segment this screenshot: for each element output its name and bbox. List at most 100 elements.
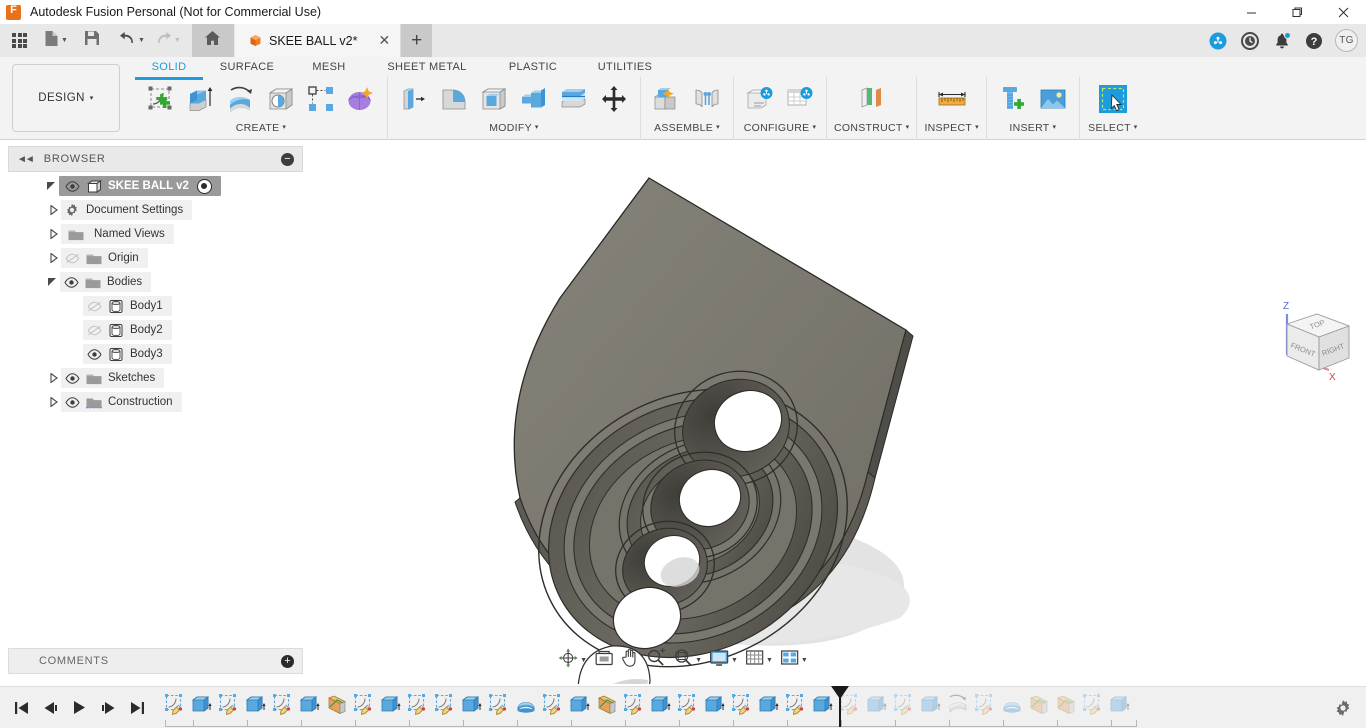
new-document-button[interactable]: ▼ [41,27,71,54]
panel-insert-label[interactable]: INSERT ▾ [1009,121,1056,135]
display-settings-tool[interactable]: ▼ [706,647,741,673]
fillet-tool[interactable] [435,78,473,120]
minimize-button[interactable] [1228,0,1274,24]
expander-expanded-icon[interactable] [44,181,59,191]
tab-plastic[interactable]: PLASTIC [487,57,579,77]
select-tool[interactable] [1087,78,1139,120]
measure-tool[interactable] [926,78,978,120]
extrude-tool[interactable] [182,78,220,120]
create-form-tool[interactable] [342,78,380,120]
comments-panel-header[interactable]: COMMENTS + [8,648,303,674]
timeline-play-button[interactable] [66,695,92,721]
timeline-feature-plane[interactable] [1026,691,1052,717]
visibility-eye-icon[interactable] [61,396,83,408]
close-button[interactable] [1320,0,1366,24]
grid-snaps-tool[interactable]: ▼ [742,647,776,673]
viewport-layout-tool[interactable]: ▼ [777,647,811,673]
tree-row-sketches[interactable]: Sketches [8,366,303,390]
revolve-tool[interactable] [222,78,260,120]
timeline-feature-sketch[interactable] [972,691,998,717]
timeline-step-back-button[interactable] [37,695,63,721]
create-sketch-tool[interactable] [142,78,180,120]
save-button[interactable] [79,27,106,54]
expander-expanded-icon[interactable] [45,277,60,287]
tree-row-body2[interactable]: Body2 [8,318,303,342]
tree-row-document-settings[interactable]: Document Settings [8,198,303,222]
document-tab[interactable]: SKEE BALL v2* ✕ [235,24,402,57]
panel-select-label[interactable]: SELECT ▾ [1088,121,1137,135]
tree-row-bodies[interactable]: Bodies [8,270,303,294]
viewcube[interactable]: Z X TOP FRONT RIGHT [1283,301,1351,383]
fit-tool[interactable]: ▼ [670,647,705,673]
timeline-feature-revolve[interactable] [945,691,971,717]
insert-canvas-tool[interactable] [1034,78,1072,120]
visibility-eye-icon[interactable] [61,180,83,192]
tree-row-skee-ball-v2[interactable]: SKEE BALL v2 [8,174,303,198]
timeline-feature-extrude[interactable] [864,691,890,717]
timeline-feature-sketch[interactable] [891,691,917,717]
timeline-feature-extrude[interactable] [243,691,269,717]
tree-row-body3[interactable]: Body3 [8,342,303,366]
configure-design-tool[interactable] [741,78,779,120]
close-icon[interactable]: ✕ [378,32,390,49]
timeline-feature-plane[interactable] [594,691,620,717]
visibility-eye-hidden-icon[interactable] [61,253,83,264]
hole-tool[interactable] [262,78,300,120]
timeline-feature-extrude[interactable] [459,691,485,717]
minus-circle-icon[interactable]: − [281,152,294,166]
tree-row-body1[interactable]: Body1 [8,294,303,318]
pattern-tool[interactable] [302,78,340,120]
shell-tool[interactable] [475,78,513,120]
timeline-feature-extrude[interactable] [378,691,404,717]
timeline-feature-extrude[interactable] [567,691,593,717]
timeline-feature-sketch[interactable] [162,691,188,717]
pan-tool[interactable] [618,647,642,673]
visibility-eye-hidden-icon[interactable] [83,325,105,336]
timeline-feature-sketch[interactable] [729,691,755,717]
expander-collapsed-icon[interactable] [46,373,61,383]
configure-table-tool[interactable] [781,78,819,120]
timeline-track[interactable] [162,685,1334,728]
combine-tool[interactable] [515,78,553,120]
panel-construct-label[interactable]: CONSTRUCT ▾ [834,121,909,135]
orbit-tool[interactable]: ▼ [555,647,590,673]
new-component-tool[interactable] [648,78,686,120]
timeline-settings-button[interactable] [1334,699,1352,717]
app-grid-button[interactable] [6,27,33,54]
timeline-feature-loft[interactable] [999,691,1025,717]
help-icon[interactable]: ? [1299,24,1329,57]
double-chevron-left-icon[interactable]: ◄◄ [17,154,35,165]
notifications-bell-icon[interactable] [1267,24,1297,57]
extensions-icon[interactable] [1203,24,1233,57]
home-button[interactable] [191,24,234,57]
expander-collapsed-icon[interactable] [46,253,61,263]
timeline-feature-sketch[interactable] [783,691,809,717]
maximize-button[interactable] [1274,0,1320,24]
undo-button[interactable]: ▼ [116,27,148,54]
timeline-feature-sketch[interactable] [405,691,431,717]
zoom-tool[interactable] [643,647,669,673]
job-status-clock-icon[interactable] [1235,24,1265,57]
expander-collapsed-icon[interactable] [46,205,61,215]
redo-button[interactable]: ▼ [152,27,184,54]
expander-collapsed-icon[interactable] [46,397,61,407]
workspace-selector[interactable]: DESIGN ▾ [12,64,120,132]
avatar[interactable]: TG [1335,29,1358,52]
timeline-feature-sketch[interactable] [675,691,701,717]
insert-mcmaster-part-tool[interactable] [994,78,1032,120]
visibility-eye-icon[interactable] [61,372,83,384]
panel-create-label[interactable]: CREATE ▾ [236,121,286,135]
timeline-go-to-beginning-button[interactable] [8,695,34,721]
timeline-feature-extrude[interactable] [702,691,728,717]
look-at-tool[interactable] [591,647,617,673]
timeline-feature-sketch[interactable] [216,691,242,717]
timeline-feature-extrude[interactable] [297,691,323,717]
timeline-feature-sketch[interactable] [486,691,512,717]
timeline-feature-loft[interactable] [513,691,539,717]
panel-configure-label[interactable]: CONFIGURE ▾ [744,121,817,135]
offset-face-tool[interactable] [555,78,593,120]
tab-utilities[interactable]: UTILITIES [579,57,671,77]
timeline-go-to-end-button[interactable] [124,695,150,721]
timeline-feature-extrude[interactable] [1107,691,1133,717]
timeline-feature-sketch[interactable] [621,691,647,717]
